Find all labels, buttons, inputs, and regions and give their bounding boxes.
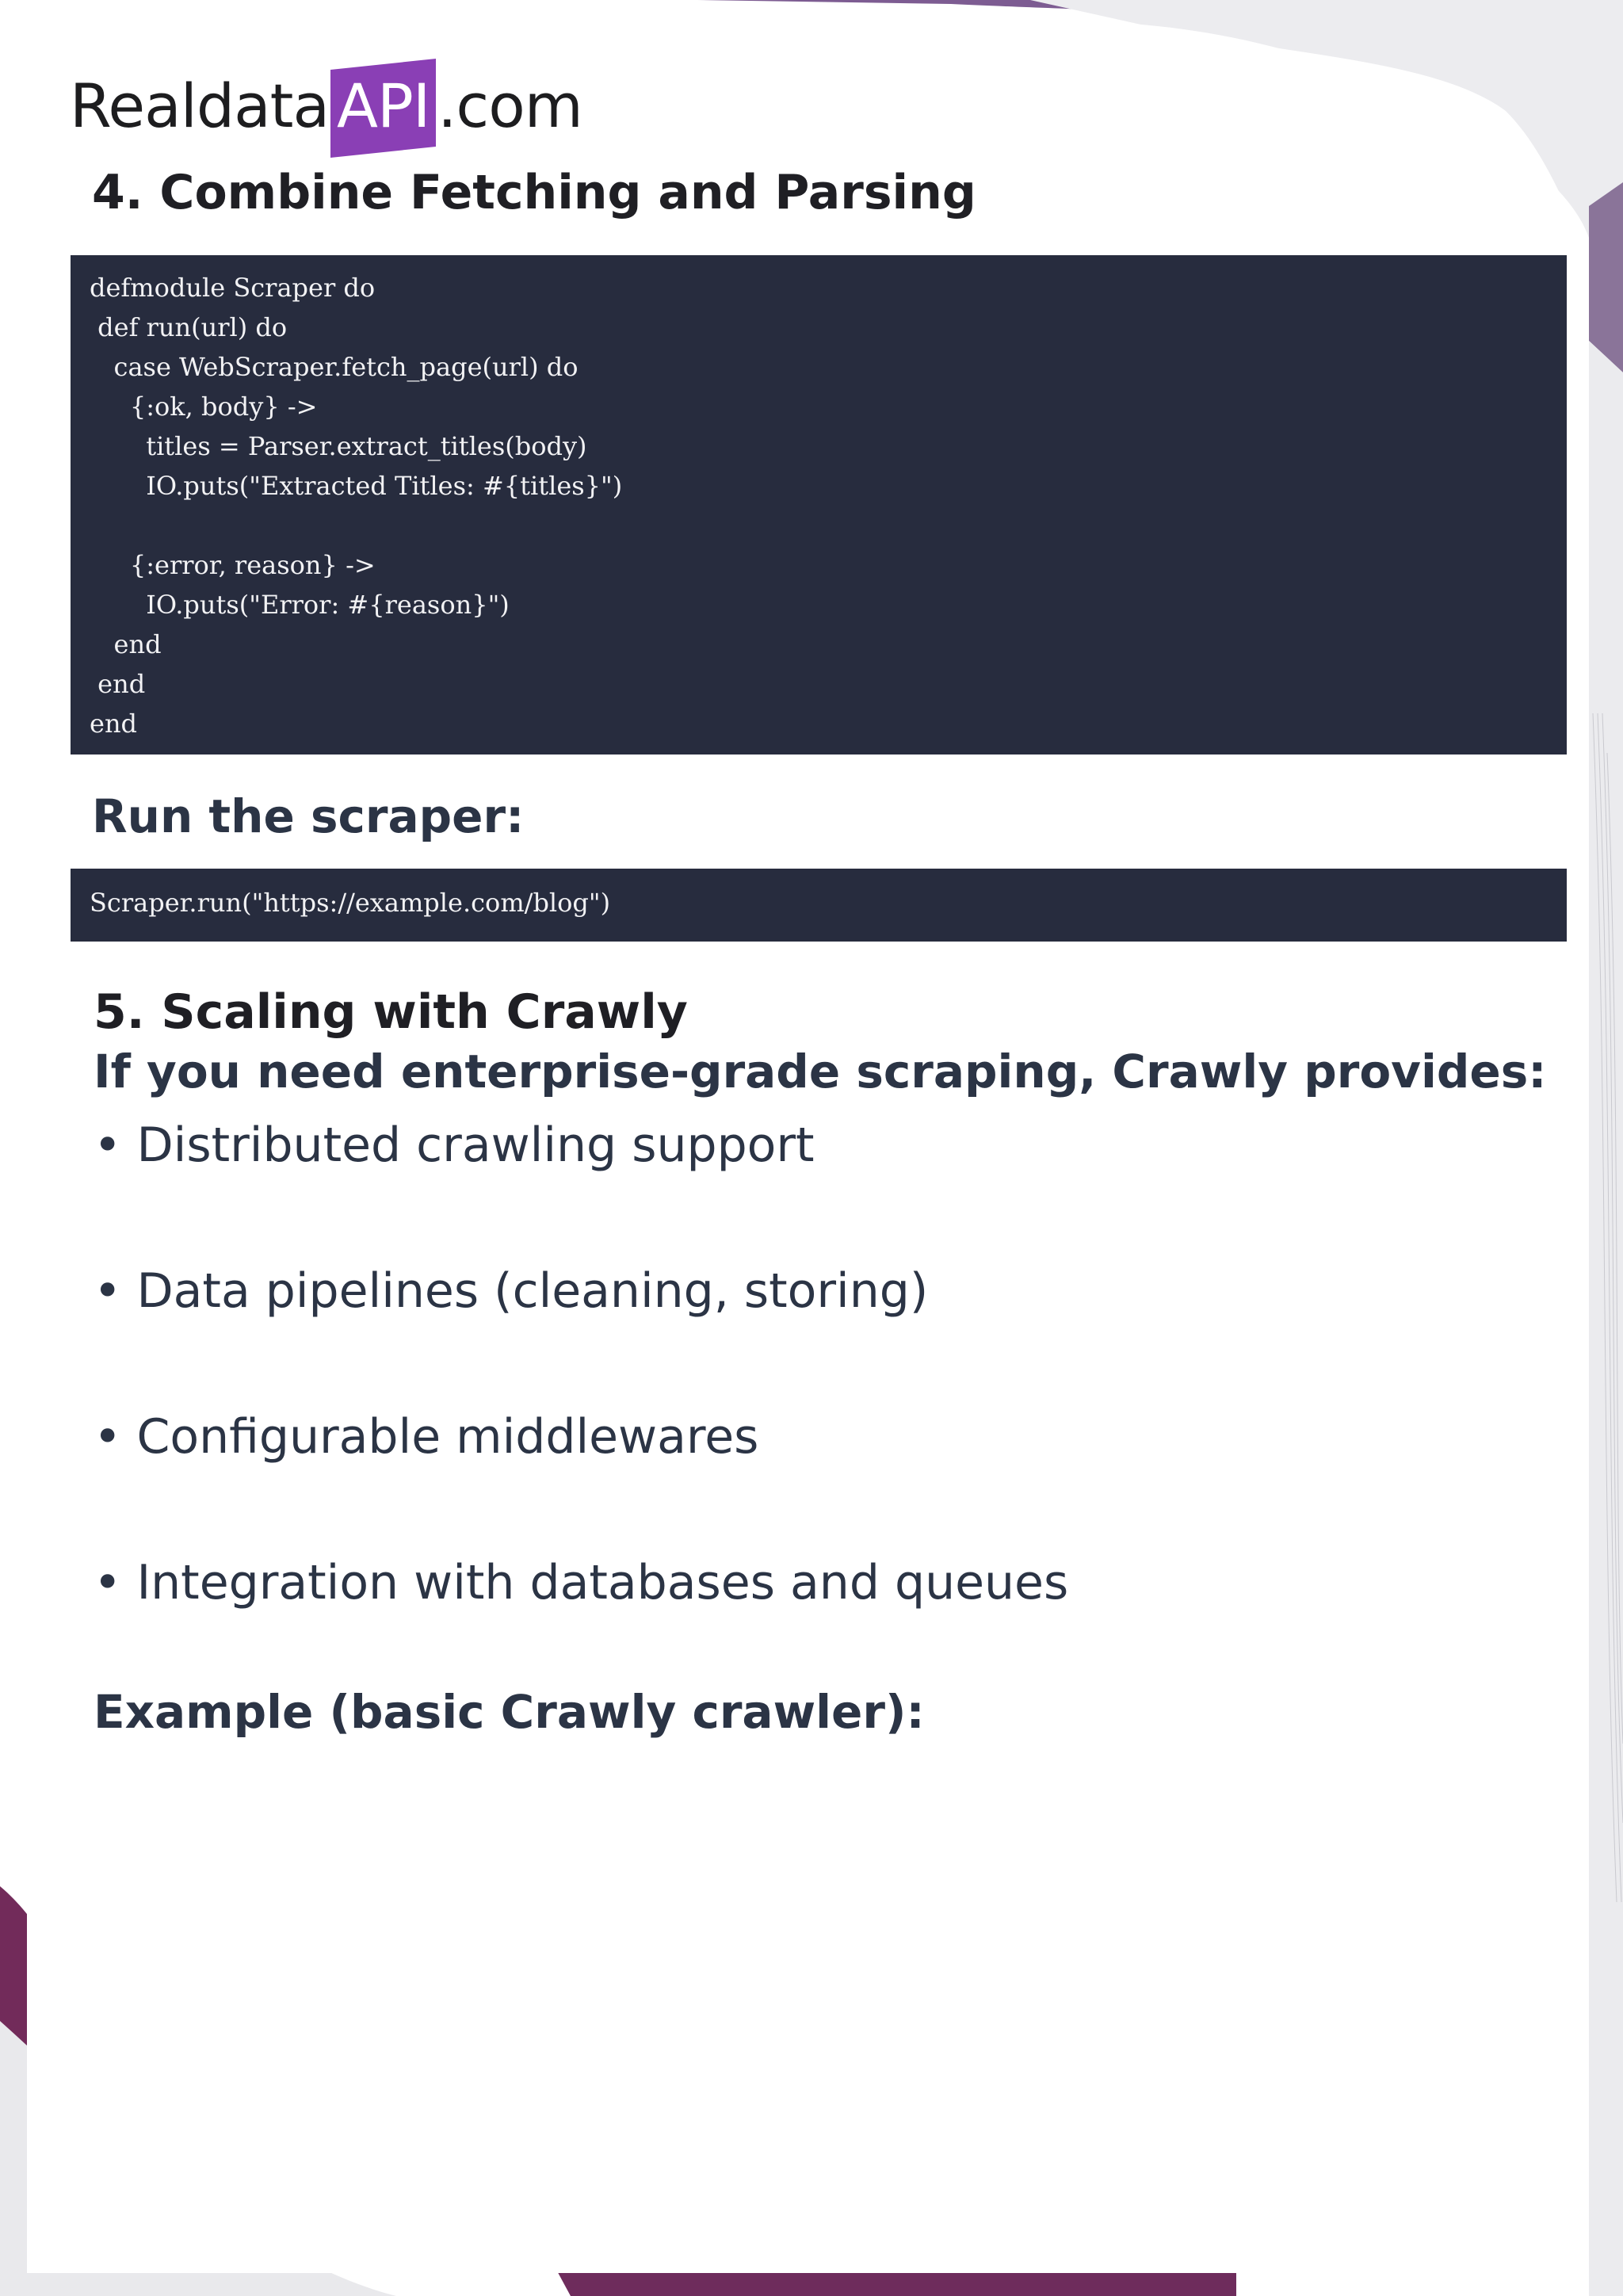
- code-line: {:ok, body} ->: [90, 392, 318, 422]
- code-line: end: [90, 629, 162, 659]
- section-heading-scaling: 5. Scaling with Crawly: [94, 984, 688, 1040]
- code-line: defmodule Scraper do: [90, 273, 376, 303]
- section-heading-combine: 4. Combine Fetching and Parsing: [92, 165, 976, 220]
- logo-suffix: .com: [437, 70, 582, 141]
- code-line: end: [90, 669, 146, 699]
- section-heading-example: Example (basic Crawly crawler):: [94, 1685, 925, 1739]
- logo-api-text: API: [337, 70, 430, 141]
- bullet-item: • Integration with databases and queues: [94, 1555, 1069, 1610]
- bullet-item: • Configurable middlewares: [94, 1409, 759, 1465]
- section-heading-run: Run the scraper:: [92, 789, 525, 843]
- logo-api-badge: API: [330, 58, 437, 158]
- code-block-run: Scraper.run("https://example.com/blog"): [71, 869, 1567, 942]
- code-line: IO.puts("Error: #{reason}"): [90, 590, 510, 620]
- bullet-item: • Data pipelines (cleaning, storing): [94, 1263, 929, 1319]
- bullet-item: • Distributed crawling support: [94, 1117, 815, 1173]
- code-line: IO.puts("Extracted Titles: #{titles}"): [90, 471, 623, 501]
- code-line: case WebScraper.fetch_page(url) do: [90, 352, 579, 382]
- realdataapi-logo: Realdata API .com: [70, 58, 583, 158]
- code-line: titles = Parser.extract_titles(body): [90, 431, 587, 461]
- code-line: Scraper.run("https://example.com/blog"): [90, 888, 611, 918]
- code-line: def run(url) do: [90, 312, 288, 342]
- code-line: end: [90, 709, 138, 739]
- section-subheading-crawly: If you need enterprise-grade scraping, C…: [94, 1045, 1547, 1098]
- code-block-scraper: defmodule Scraper do def run(url) do cas…: [71, 255, 1567, 755]
- logo-prefix: Realdata: [70, 70, 330, 141]
- code-line: {:error, reason} ->: [90, 550, 376, 580]
